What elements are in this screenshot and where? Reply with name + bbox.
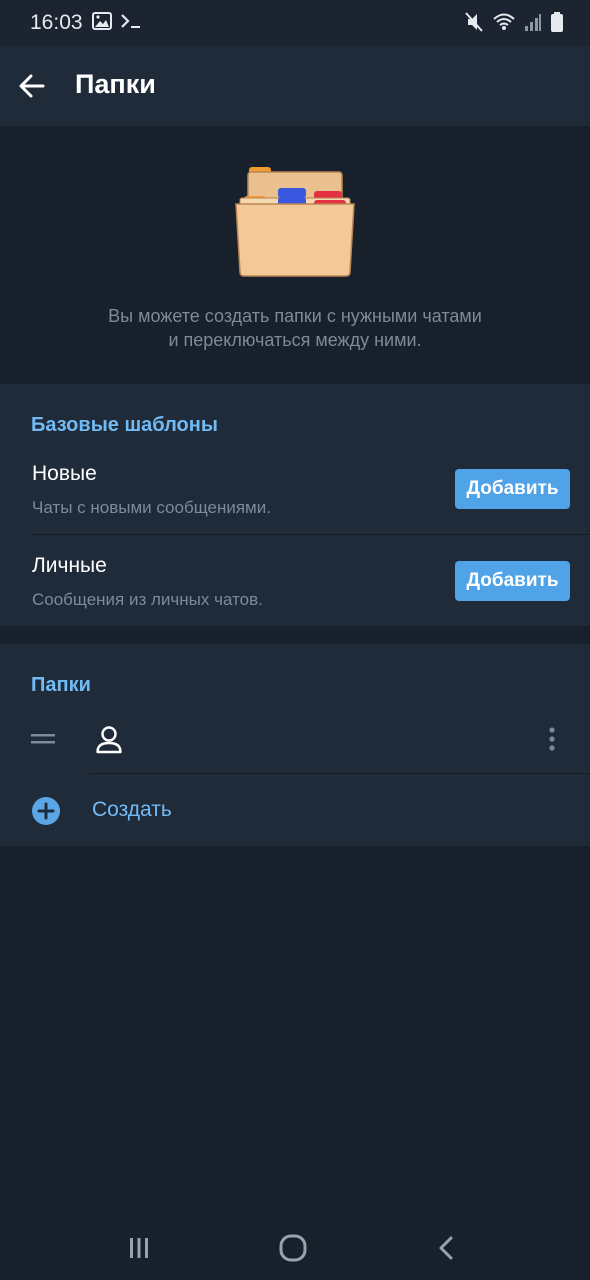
home-button[interactable] bbox=[277, 1232, 309, 1264]
user-icon bbox=[96, 726, 122, 754]
system-nav-bar bbox=[0, 1216, 590, 1280]
folder-item[interactable] bbox=[0, 704, 590, 772]
folders-description: Вы можете создать папки с нужными чатами… bbox=[0, 304, 590, 352]
recent-apps-button[interactable] bbox=[123, 1232, 155, 1264]
recent-apps-icon bbox=[130, 1238, 148, 1258]
signal-icon bbox=[524, 12, 542, 37]
add-template-personal-button[interactable]: Добавить bbox=[455, 561, 570, 601]
status-right-icons bbox=[464, 11, 564, 38]
template-title: Новые bbox=[32, 462, 97, 485]
template-subtitle: Сообщения из личных чатов. bbox=[32, 590, 263, 609]
mute-icon bbox=[464, 11, 484, 38]
folders-header: Папки bbox=[31, 674, 91, 696]
templates-header: Базовые шаблоны bbox=[31, 414, 218, 436]
terminal-icon bbox=[120, 12, 142, 35]
template-row-personal: Личные Сообщения из личных чатов. Добави… bbox=[0, 542, 590, 634]
back-button[interactable] bbox=[14, 68, 50, 104]
arrow-left-icon bbox=[19, 74, 45, 98]
create-folder-button[interactable]: Создать bbox=[0, 775, 590, 845]
add-template-new-button[interactable]: Добавить bbox=[455, 469, 570, 509]
page-title: Папки bbox=[75, 69, 156, 99]
description-line-2: и переключаться между ними. bbox=[168, 330, 422, 350]
wifi-icon bbox=[492, 12, 516, 37]
divider bbox=[90, 773, 590, 774]
description-line-1: Вы можете создать папки с нужными чатами bbox=[108, 306, 482, 326]
status-bar: 16:03 bbox=[0, 0, 590, 46]
gallery-icon bbox=[92, 12, 112, 35]
battery-icon bbox=[550, 11, 564, 38]
divider bbox=[32, 534, 590, 535]
folders-section: Папки Создать bbox=[0, 644, 590, 846]
back-icon bbox=[439, 1236, 453, 1260]
add-circle-icon bbox=[32, 797, 60, 825]
template-title: Личные bbox=[32, 554, 107, 577]
status-time: 16:03 bbox=[30, 11, 83, 34]
folders-intro: Вы можете создать папки с нужными чатами… bbox=[0, 126, 590, 384]
home-icon bbox=[279, 1234, 307, 1262]
templates-section: Базовые шаблоны Новые Чаты с новыми сооб… bbox=[0, 384, 590, 626]
create-folder-label: Создать bbox=[92, 798, 172, 821]
more-vertical-icon[interactable] bbox=[540, 724, 564, 754]
status-left-icons bbox=[92, 12, 142, 35]
drag-handle-icon[interactable] bbox=[30, 730, 56, 748]
app-bar: Папки bbox=[0, 46, 590, 126]
nav-back-button[interactable] bbox=[431, 1232, 463, 1264]
template-subtitle: Чаты с новыми сообщениями. bbox=[32, 498, 271, 517]
template-row-new: Новые Чаты с новыми сообщениями. Добавит… bbox=[0, 450, 590, 542]
file-cabinet-folder-illustration bbox=[235, 167, 355, 277]
